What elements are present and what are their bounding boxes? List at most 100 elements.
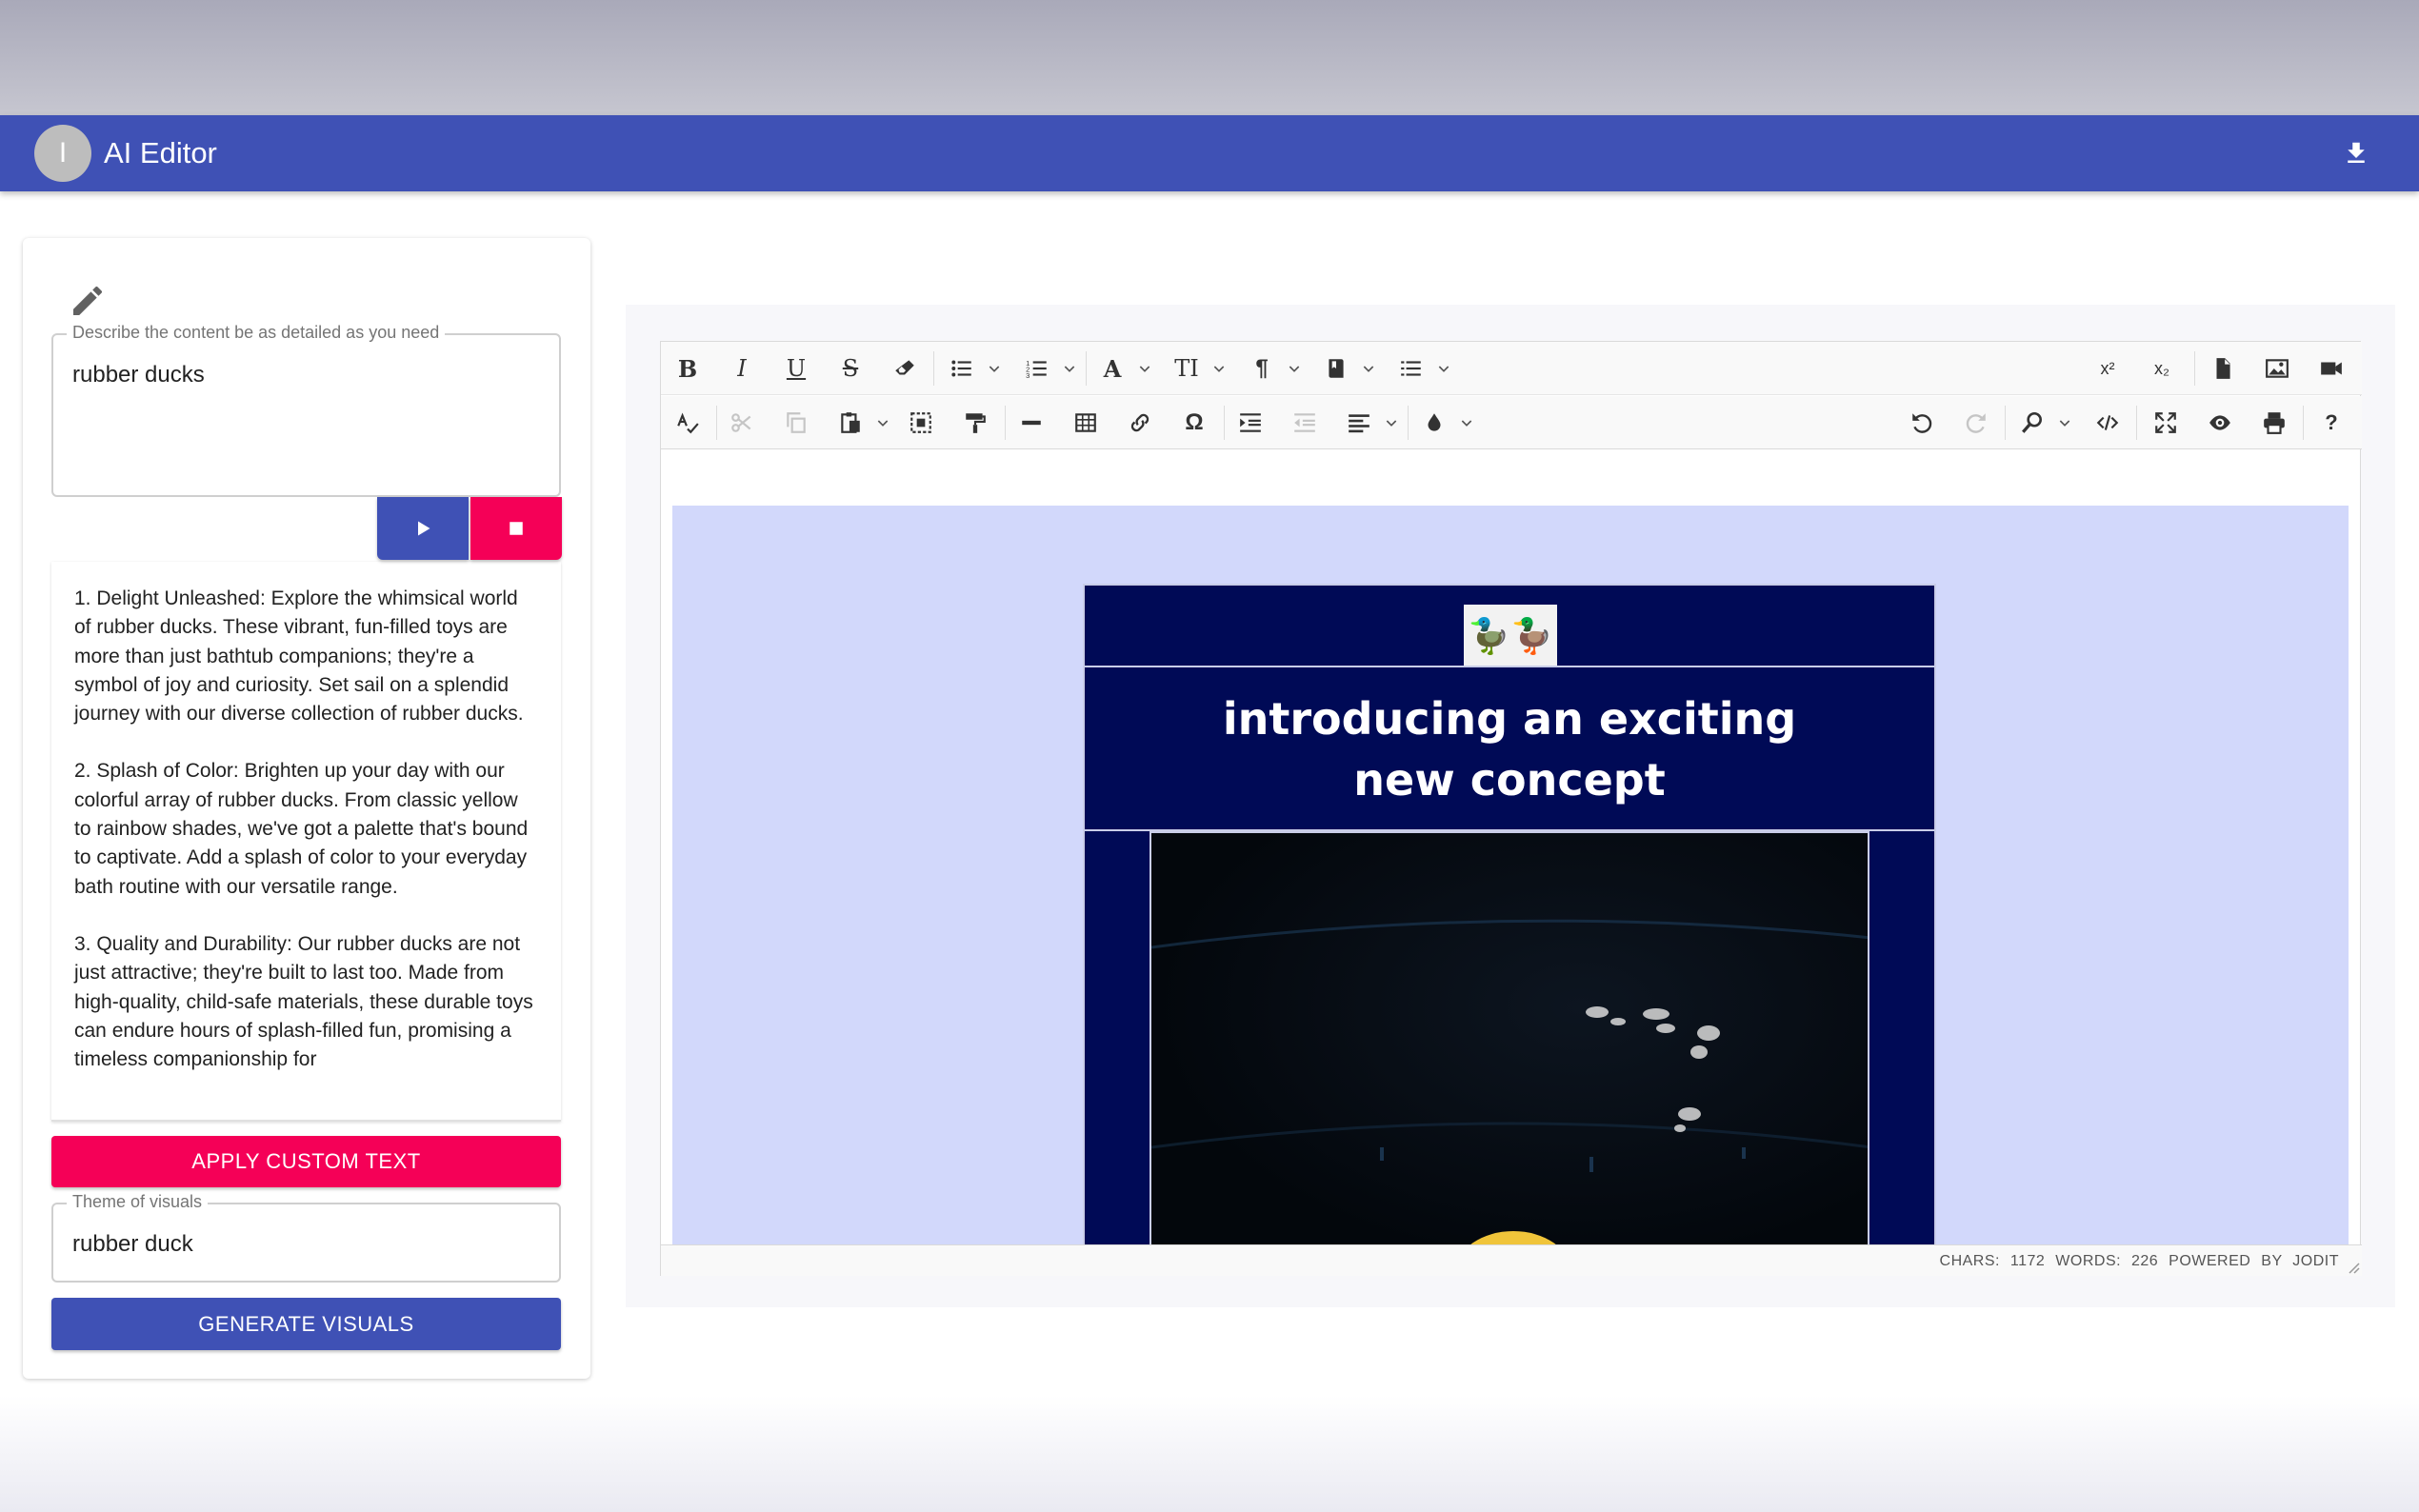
chevron-down-icon	[1139, 366, 1150, 372]
font-size-button[interactable]: TI	[1165, 342, 1209, 395]
align-dropdown[interactable]	[1381, 396, 1402, 449]
align-button[interactable]	[1337, 396, 1381, 449]
bullet-list-dropdown[interactable]	[984, 342, 1005, 395]
special-character-button[interactable]: Ω	[1172, 396, 1216, 449]
numbered-list-button[interactable]: 123	[1015, 342, 1059, 395]
table-button[interactable]	[1064, 396, 1108, 449]
prompt-value: rubber ducks	[72, 362, 205, 388]
video-button[interactable]	[2309, 342, 2353, 395]
cut-button[interactable]	[720, 396, 764, 449]
chevron-down-icon	[1064, 366, 1075, 372]
resize-handle-icon[interactable]	[2345, 1259, 2360, 1274]
download-button[interactable]	[2331, 129, 2381, 178]
find-dropdown[interactable]	[2054, 396, 2075, 449]
table-icon	[1075, 413, 1096, 432]
line-height-dropdown[interactable]	[1433, 342, 1454, 395]
bold-button[interactable]: B	[666, 342, 710, 395]
paint-roller-icon	[966, 413, 986, 433]
email-headline: introducing an exciting new concept	[1085, 688, 1934, 810]
pencil-icon	[73, 286, 103, 315]
paragraph-dropdown[interactable]	[1284, 342, 1305, 395]
source-code-button[interactable]	[2086, 396, 2129, 449]
select-all-button[interactable]	[899, 396, 943, 449]
toolbar-separator	[2194, 351, 2195, 386]
find-button[interactable]	[2010, 396, 2054, 449]
svg-text:3: 3	[1026, 371, 1030, 380]
subscript-button[interactable]: x₂	[2140, 342, 2184, 395]
editor-container: B I U S 123 A TI ¶ x² x₂ Ω ? 🦆 🦆 introdu…	[626, 305, 2395, 1307]
numbered-list-icon: 123	[1026, 359, 1047, 380]
prompt-label: Describe the content be as detailed as y…	[67, 323, 446, 343]
toolbar-separator	[716, 406, 717, 440]
paste-dropdown[interactable]	[872, 396, 893, 449]
link-icon	[1130, 413, 1150, 432]
scissors-icon	[731, 413, 751, 432]
powered-by-link[interactable]: POWERED BY JODIT	[2169, 1253, 2339, 1269]
word-count: WORDS: 226	[2055, 1253, 2159, 1269]
underline-button[interactable]: U	[774, 342, 818, 395]
spellcheck-icon	[677, 412, 699, 434]
indent-button[interactable]	[1229, 396, 1272, 449]
eraser-icon	[895, 360, 914, 375]
bullet-list-button[interactable]	[940, 342, 984, 395]
classes-button[interactable]	[1314, 342, 1358, 395]
print-button[interactable]	[2252, 396, 2296, 449]
strikethrough-button[interactable]: S	[829, 342, 872, 395]
undo-button[interactable]	[1900, 396, 1944, 449]
numbered-list-dropdown[interactable]	[1059, 342, 1080, 395]
jodit-editor: B I U S 123 A TI ¶ x² x₂ Ω ? 🦆 🦆 introdu…	[660, 341, 2362, 1276]
spellcheck-button[interactable]	[666, 396, 710, 449]
brush-color-dropdown[interactable]	[1456, 396, 1477, 449]
font-dropdown[interactable]	[1134, 342, 1155, 395]
font-size-dropdown[interactable]	[1209, 342, 1229, 395]
indent-icon	[1240, 413, 1261, 432]
theme-value: rubber duck	[72, 1231, 193, 1257]
fullscreen-button[interactable]	[2144, 396, 2188, 449]
window-top-backdrop	[0, 0, 2419, 115]
paragraph-button[interactable]: ¶	[1240, 342, 1284, 395]
help-button[interactable]: ?	[2309, 396, 2353, 449]
font-button[interactable]: A	[1090, 342, 1134, 395]
paste-button[interactable]	[829, 396, 872, 449]
editor-content-area[interactable]: 🦆 🦆 introducing an exciting new concept	[672, 506, 2349, 1244]
generate-text-button[interactable]	[377, 497, 469, 560]
generated-text-output[interactable]: 1. Delight Unleashed: Explore the whimsi…	[51, 562, 561, 1122]
duck-emoji: 🦆	[1468, 616, 1510, 655]
italic-button[interactable]: I	[720, 342, 764, 395]
link-button[interactable]	[1118, 396, 1162, 449]
apply-custom-text-button[interactable]: APPLY CUSTOM TEXT	[51, 1136, 561, 1187]
copy-format-button[interactable]	[953, 396, 997, 449]
image-button[interactable]	[2255, 342, 2299, 395]
outdent-button[interactable]	[1283, 396, 1327, 449]
chevron-down-icon	[2059, 420, 2070, 427]
stop-button[interactable]	[470, 497, 562, 560]
chevron-down-icon	[1289, 366, 1300, 372]
line-height-button[interactable]	[1389, 342, 1433, 395]
brush-color-button[interactable]	[1412, 396, 1456, 449]
outdent-icon	[1294, 413, 1315, 432]
eraser-button[interactable]	[883, 342, 927, 395]
generate-visuals-button[interactable]: GENERATE VISUALS	[51, 1298, 561, 1350]
app-title: AI Editor	[104, 136, 217, 169]
chevron-down-icon	[877, 420, 889, 427]
copy-button[interactable]	[774, 396, 818, 449]
superscript-button[interactable]: x²	[2086, 342, 2129, 395]
avatar[interactable]: I	[34, 125, 91, 182]
app-bar: I AI Editor	[0, 115, 2419, 191]
prompt-textarea[interactable]: Describe the content be as detailed as y…	[51, 323, 561, 497]
preview-button[interactable]	[2198, 396, 2242, 449]
horizontal-rule-icon	[1022, 420, 1041, 426]
download-icon	[2348, 142, 2365, 163]
printer-icon	[2264, 412, 2285, 434]
file-button[interactable]	[2201, 342, 2245, 395]
duck-emoji: 🦆	[1510, 616, 1553, 655]
toolbar-row-1: B I U S 123 A TI ¶ x² x₂	[661, 342, 2362, 395]
theme-input[interactable]: Theme of visuals rubber duck	[51, 1192, 561, 1283]
toolbar-separator	[1086, 351, 1087, 386]
horizontal-rule-button[interactable]	[1010, 396, 1053, 449]
redo-button[interactable]	[1954, 396, 1998, 449]
chevron-down-icon	[1461, 420, 1472, 427]
classes-dropdown[interactable]	[1358, 342, 1379, 395]
email-template: 🦆 🦆 introducing an exciting new concept	[1083, 584, 1936, 1244]
copy-icon	[787, 412, 806, 433]
